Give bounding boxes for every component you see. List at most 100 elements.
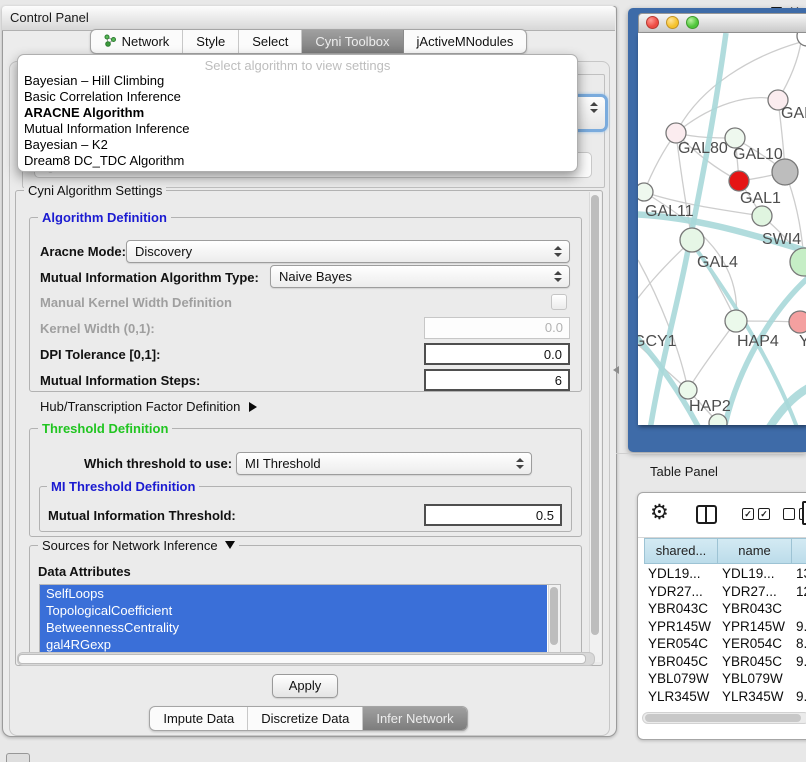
network-node-gal1[interactable]	[729, 171, 749, 191]
table-hscrollbar-thumb[interactable]	[645, 714, 801, 722]
table-panel-title: Table Panel	[650, 464, 718, 479]
table-cell: YBR043C	[648, 600, 708, 618]
page-icon[interactable]	[802, 501, 806, 525]
network-edge	[688, 321, 736, 390]
mi-threshold-group-title: MI Threshold Definition	[47, 480, 199, 494]
algorithm-option-dream8-dc-tdc-algorithm[interactable]: Dream8 DC_TDC Algorithm	[18, 153, 577, 169]
node-label-gal1: GAL1	[740, 190, 781, 207]
mi-steps-field[interactable]: 6	[424, 369, 570, 391]
algorithm-option-aracne-algorithm[interactable]: ARACNE Algorithm	[18, 105, 577, 121]
network-node-gal11[interactable]	[638, 183, 653, 201]
tab-cyni-toolbox[interactable]: Cyni Toolbox	[302, 30, 403, 53]
tab-label: Select	[252, 34, 288, 49]
screen: Control Panel ✕ NetworkStyleSelectCyni T…	[0, 0, 806, 762]
data-attributes-list: SelfLoopsTopologicalCoefficientBetweenne…	[39, 584, 561, 654]
settings-scrollbar-thumb[interactable]	[591, 195, 599, 635]
network-node[interactable]	[790, 248, 806, 276]
top-tab-bar: Network Style Select Cyni ToolboxjActiveMNo…	[2, 29, 615, 54]
table-row[interactable]: YPR145WYPR145W9.	[638, 618, 806, 636]
network-node-swi4[interactable]	[752, 206, 772, 226]
table-cell: YLR345W	[648, 688, 710, 704]
network-node-gal4[interactable]	[680, 228, 704, 252]
panel-divider	[616, 453, 806, 454]
columns-icon[interactable]	[696, 505, 717, 524]
algorithm-option-bayesian-hill-climbing[interactable]: Bayesian – Hill Climbing	[18, 73, 577, 89]
column-header-shared[interactable]: shared...	[644, 538, 718, 564]
aracne-mode-select[interactable]: Discovery	[126, 240, 570, 263]
node-label-swi4: SWI4	[762, 231, 801, 248]
gear-icon[interactable]: ⚙	[650, 500, 669, 525]
table-row[interactable]: YBR043C YBR043C	[638, 600, 806, 618]
split-pane-collapse-icon[interactable]	[613, 366, 619, 374]
table-hscrollbar	[642, 712, 806, 724]
column-header-cut[interactable]	[792, 538, 806, 564]
network-node[interactable]	[772, 159, 798, 185]
window-zoom-button[interactable]	[686, 16, 699, 29]
tab-network[interactable]: Network	[91, 30, 184, 53]
deselect-all-checkbox-icon[interactable]	[783, 508, 795, 520]
table-cell: YBR043C	[722, 600, 782, 618]
tab-jactivemnodules[interactable]: jActiveMNodules	[404, 30, 527, 53]
tab-select[interactable]: Select	[239, 30, 302, 53]
algorithm-option-basic-correlation-inference[interactable]: Basic Correlation Inference	[18, 89, 577, 105]
attribute-item-selfloops[interactable]: SelfLoops	[40, 585, 547, 602]
mi-threshold-field[interactable]: 0.5	[424, 504, 562, 526]
kernel-width-field[interactable]: 0.0	[424, 317, 570, 339]
table-cell: YBR045C	[648, 653, 708, 671]
window-minimize-button[interactable]	[666, 16, 679, 29]
settings-hscrollbar-thumb[interactable]	[18, 654, 586, 664]
tab-label: Style	[196, 34, 225, 49]
apply-button[interactable]: Apply	[272, 674, 338, 698]
algorithm-option-bayesian-k2[interactable]: Bayesian – K2	[18, 137, 577, 153]
node-label-gal: GAL	[781, 105, 806, 122]
settings-group-title: Cyni Algorithm Settings	[24, 184, 166, 198]
table-cell: YDR27...	[648, 583, 703, 601]
tab-style[interactable]: Style	[183, 30, 239, 53]
network-canvas[interactable]: GALGAL80GAL10GAL1GAL11SWI4GAL4HAP4YGCY1H…	[638, 33, 806, 425]
attribute-item-topologicalcoefficient[interactable]: TopologicalCoefficient	[40, 602, 547, 619]
tab-infer-network[interactable]: Infer Network	[363, 707, 466, 730]
table-cell: YER054C	[648, 635, 708, 653]
which-threshold-select[interactable]: MI Threshold	[236, 452, 532, 475]
table-row[interactable]: YDL19...YDL19...13	[638, 565, 806, 583]
network-node-y[interactable]	[789, 311, 806, 333]
column-header-name[interactable]: name	[718, 538, 792, 564]
table-row[interactable]: YBR045CYBR045C9.	[638, 653, 806, 671]
stepper-icon	[554, 271, 563, 282]
manual-kernel-checkbox[interactable]	[551, 294, 567, 310]
sources-collapse-header[interactable]: Sources for Network Inference	[38, 539, 239, 553]
table-cell: YER054C	[722, 635, 782, 653]
node-label-gal80: GAL80	[678, 140, 728, 157]
tab-discretize-data[interactable]: Discretize Data	[248, 707, 363, 730]
table-cell: 13	[796, 565, 806, 583]
network-window-titlebar	[638, 13, 806, 33]
table-row[interactable]: YBL079WYBL079W	[638, 670, 806, 688]
dpi-tolerance-field[interactable]: 0.0	[424, 343, 570, 365]
select-all-checkbox-icon[interactable]: ✓	[742, 508, 754, 520]
tab-impute-data[interactable]: Impute Data	[150, 707, 248, 730]
select-all-checkbox-icon[interactable]: ✓	[758, 508, 770, 520]
tab-label: Network	[122, 34, 170, 49]
table-row[interactable]: YLR345WYLR345W9.	[638, 688, 806, 704]
dock-grip-icon[interactable]	[6, 753, 30, 762]
table-cell: YDR27...	[722, 583, 777, 601]
table-row[interactable]: YDR27...YDR27...12	[638, 583, 806, 601]
stepper-icon	[516, 458, 525, 469]
node-label-hap2: HAP2	[689, 398, 731, 415]
table-row[interactable]: YER054CYER054C8.	[638, 635, 806, 653]
network-node-gal10[interactable]	[725, 128, 745, 148]
attribute-item-betweennesscentrality[interactable]: BetweennessCentrality	[40, 619, 547, 636]
network-node-hap4[interactable]	[725, 310, 747, 332]
collapse-down-icon	[225, 541, 235, 549]
mi-type-value: Naive Bayes	[279, 269, 352, 284]
network-node[interactable]	[797, 33, 806, 46]
stepper-icon	[554, 246, 563, 257]
table-toolbar: ⚙ ✓ ✓	[638, 493, 806, 538]
attribute-item-gal4rgexp[interactable]: gal4RGexp	[40, 636, 547, 653]
algorithm-option-mutual-information-inference[interactable]: Mutual Information Inference	[18, 121, 577, 137]
algorithm-dropdown-popup: Select algorithm to view settings Bayesi…	[17, 54, 578, 172]
network-node-hap2[interactable]	[679, 381, 697, 399]
window-close-button[interactable]	[646, 16, 659, 29]
attributes-scrollbar-thumb[interactable]	[550, 587, 558, 645]
mi-algorithm-type-select[interactable]: Naive Bayes	[270, 265, 570, 288]
